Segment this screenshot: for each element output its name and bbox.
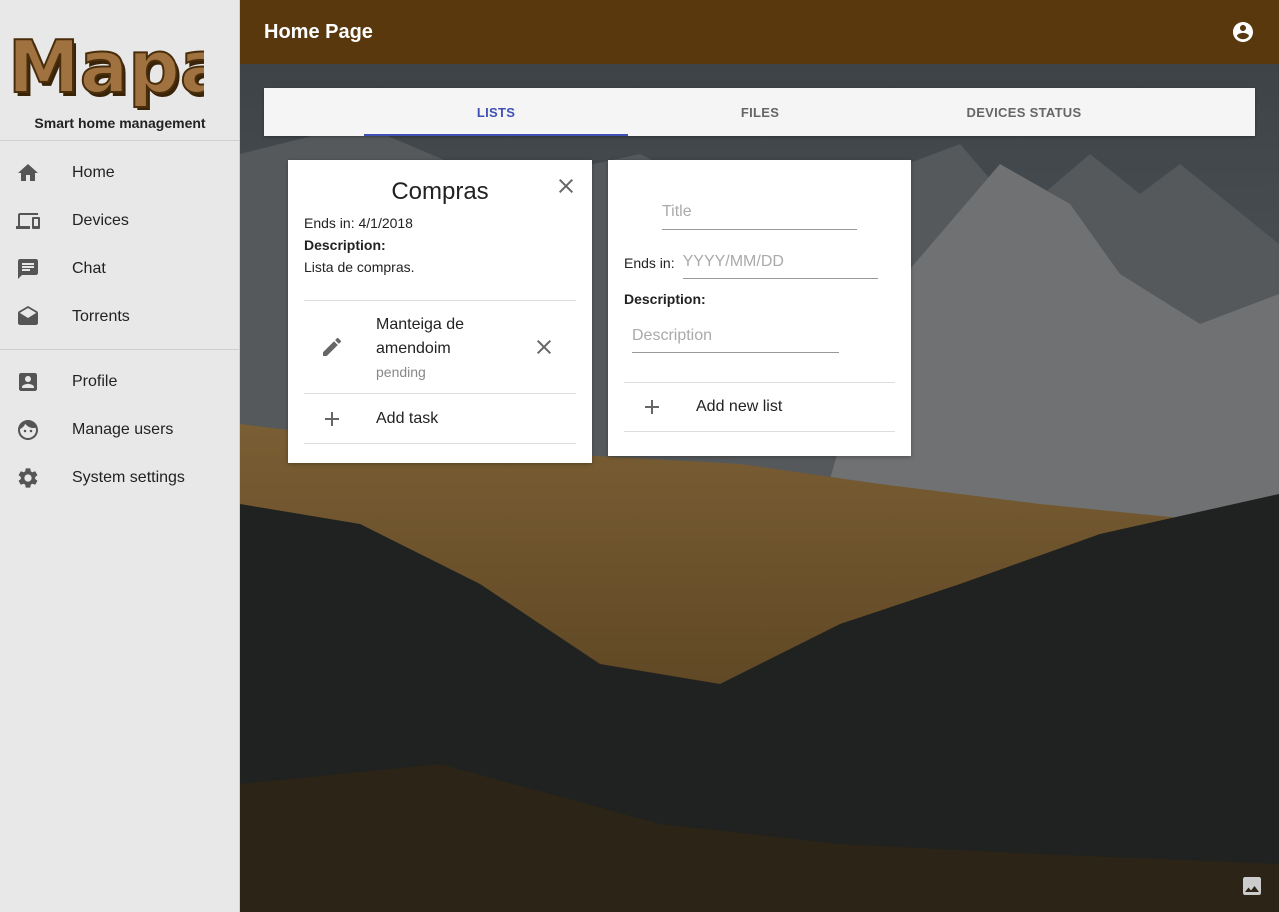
sidebar-item-label: System settings <box>72 469 185 486</box>
sidebar-item-profile[interactable]: Profile <box>0 358 239 406</box>
task-status: pending <box>376 363 426 380</box>
chat-icon <box>0 257 72 281</box>
sidebar-item-label: Torrents <box>72 308 130 325</box>
tab-bar: LISTS FILES DEVICES STATUS <box>264 88 1255 136</box>
close-icon[interactable] <box>554 174 578 198</box>
profile-icon <box>0 370 72 394</box>
list-description-label: Description: <box>304 237 386 253</box>
sidebar-item-torrents[interactable]: Torrents <box>0 293 239 341</box>
sidebar-item-home[interactable]: Home <box>0 149 239 197</box>
list-ends-in: Ends in: 4/1/2018 <box>304 215 413 231</box>
title-input[interactable] <box>662 194 857 230</box>
sidebar-item-label: Devices <box>72 212 129 229</box>
ends-in-label: Ends in: <box>624 255 675 271</box>
sidebar-item-system-settings[interactable]: System settings <box>0 454 239 502</box>
svg-text:Mapa: Mapa <box>8 25 204 109</box>
nav-primary: Home Devices Chat Torrents <box>0 141 239 350</box>
add-new-list-button[interactable]: Add new list <box>624 382 895 432</box>
edit-icon[interactable] <box>304 335 376 359</box>
new-list-card: Ends in: Description: Add new list <box>608 160 911 456</box>
list-item: Manteiga de amendoim pending <box>304 300 576 394</box>
devices-icon <box>0 209 72 233</box>
account-circle-icon[interactable] <box>1231 20 1255 44</box>
tab-lists[interactable]: LISTS <box>364 88 628 136</box>
ends-in-date-input[interactable] <box>682 246 878 279</box>
close-icon <box>537 340 551 354</box>
list-title: Compras <box>391 178 489 205</box>
task-name: Manteiga de amendoim <box>376 315 465 357</box>
sidebar-item-label: Manage users <box>72 421 174 438</box>
sidebar-item-label: Home <box>72 164 115 181</box>
plus-icon <box>624 395 696 419</box>
home-icon <box>0 161 72 185</box>
tagline: Smart home management <box>34 115 206 131</box>
sidebar-item-label: Profile <box>72 373 118 390</box>
sidebar-item-devices[interactable]: Devices <box>0 197 239 245</box>
delete-task-button[interactable] <box>512 335 576 359</box>
sidebar-item-manage-users[interactable]: Manage users <box>0 406 239 454</box>
plus-icon <box>304 407 376 431</box>
tab-devices-status[interactable]: DEVICES STATUS <box>892 88 1156 136</box>
app-bar: Home Page <box>240 0 1279 64</box>
nav-secondary: Profile Manage users System settings <box>0 350 239 510</box>
add-task-label: Add task <box>376 409 439 427</box>
page-title: Home Page <box>264 20 373 43</box>
face-icon <box>0 418 72 442</box>
logo-area: Mapa Mapa Smart home management <box>0 0 239 141</box>
mapa-logo: Mapa Mapa <box>7 24 204 110</box>
ends-in-row: Ends in: <box>624 246 878 279</box>
gear-icon <box>0 466 72 490</box>
sidebar: Mapa Mapa Smart home management Home Dev… <box>0 0 240 912</box>
tab-files[interactable]: FILES <box>628 88 892 136</box>
list-card: Compras Ends in: 4/1/2018 Description: L… <box>288 160 592 463</box>
image-icon[interactable] <box>1240 874 1264 898</box>
add-task-button[interactable]: Add task <box>304 394 576 444</box>
add-new-list-label: Add new list <box>696 398 783 415</box>
list-description: Lista de compras. <box>304 259 415 275</box>
description-label: Description: <box>624 291 706 307</box>
mail-open-icon <box>0 305 72 329</box>
sidebar-item-label: Chat <box>72 260 106 277</box>
sidebar-item-chat[interactable]: Chat <box>0 245 239 293</box>
task-text: Manteiga de amendoim pending <box>376 313 512 382</box>
description-input[interactable] <box>632 320 839 353</box>
